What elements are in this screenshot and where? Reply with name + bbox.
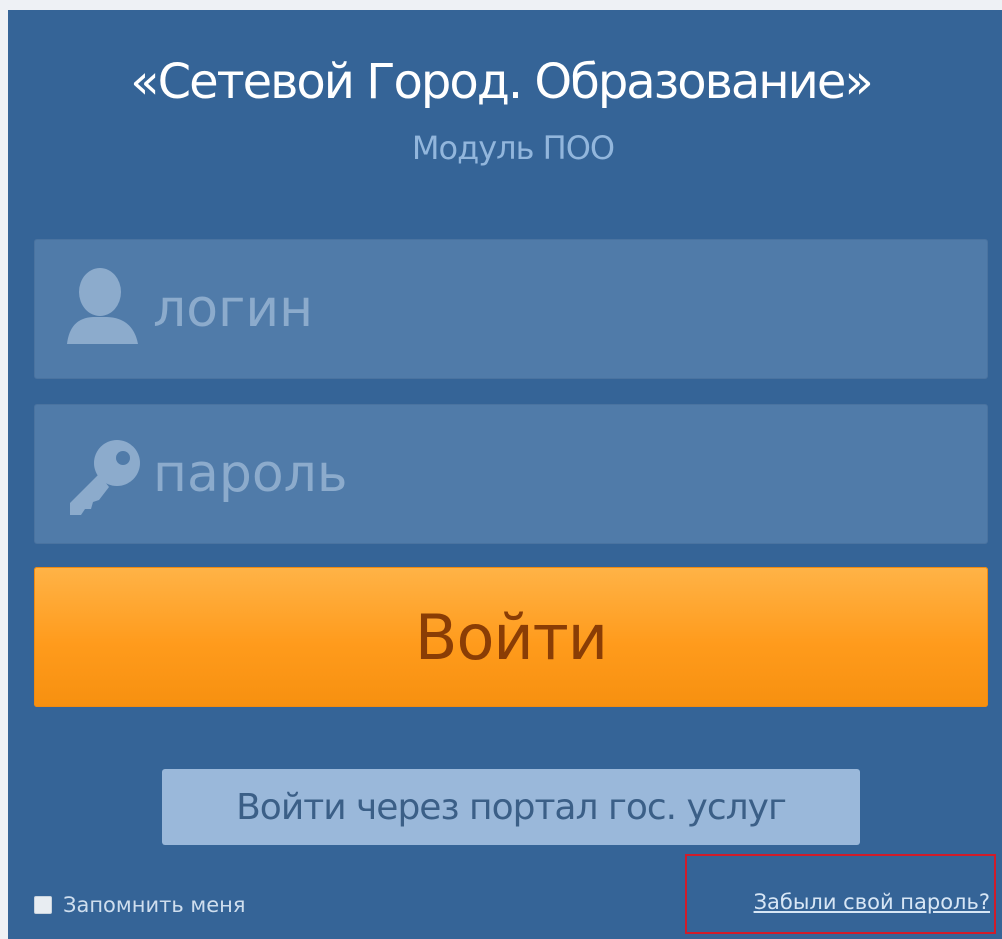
remember-me-checkbox[interactable] — [34, 896, 52, 914]
user-icon — [35, 239, 153, 379]
login-field[interactable] — [34, 239, 988, 379]
forgot-password-link[interactable]: Забыли свой пароль? — [754, 890, 990, 914]
remember-me-label: Запомнить меня — [63, 893, 246, 917]
remember-me[interactable]: Запомнить меня — [34, 893, 246, 917]
module-subtitle: Модуль ПОО — [411, 129, 615, 167]
login-input[interactable] — [153, 259, 987, 359]
password-input[interactable] — [153, 424, 987, 524]
password-field[interactable] — [34, 404, 988, 544]
key-icon — [35, 404, 153, 544]
login-page: «Сетевой Город. Образование» Модуль ПОО … — [0, 0, 1002, 939]
login-button[interactable]: Войти — [34, 567, 988, 707]
page-title: «Сетевой Город. Образование» — [130, 54, 874, 110]
gosuslugi-login-button[interactable]: Войти через портал гос. услуг — [162, 769, 860, 845]
